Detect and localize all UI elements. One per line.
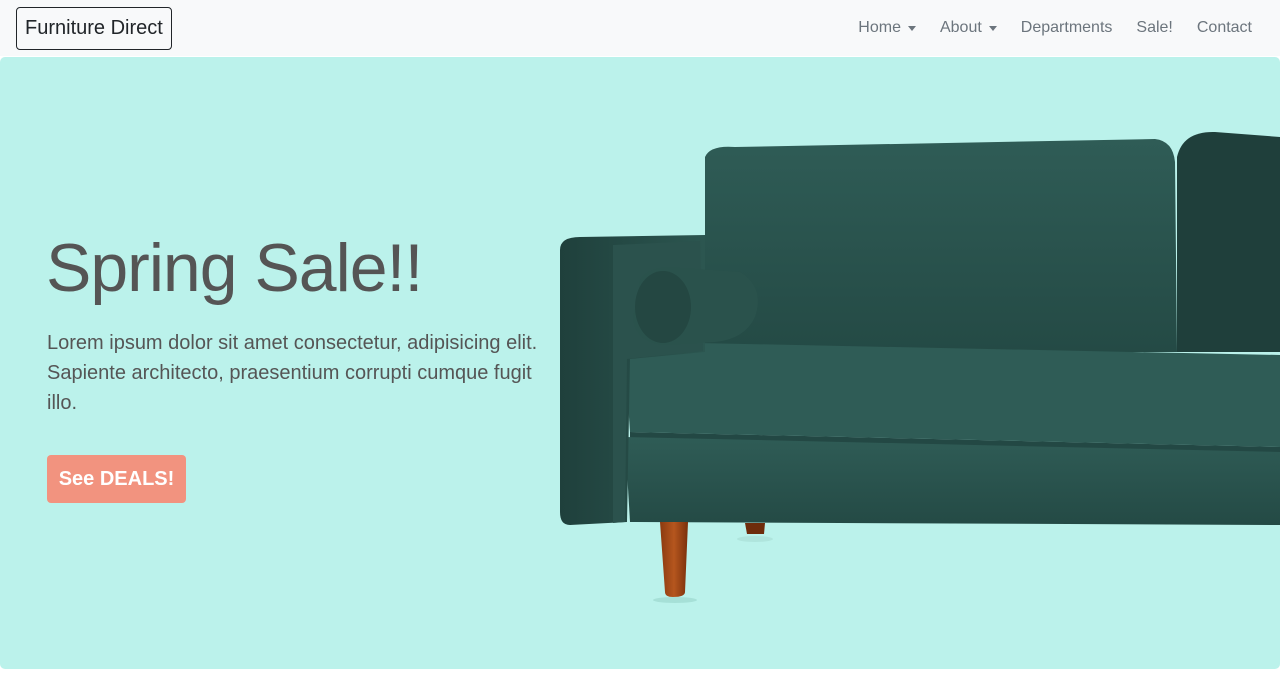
nav-item-about[interactable]: About [928, 19, 1009, 37]
nav-menu: Home About Departments Sale! Contact [846, 0, 1264, 56]
chevron-down-icon [907, 26, 916, 31]
nav-item-label: Departments [1020, 19, 1113, 36]
nav-item-contact[interactable]: Contact [1185, 19, 1264, 37]
chevron-down-icon [988, 26, 997, 31]
nav-item-home[interactable]: Home [846, 19, 928, 37]
hero-banner: Spring Sale!! Lorem ipsum dolor sit amet… [0, 57, 1280, 669]
nav-item-label: Home [858, 19, 901, 36]
nav-item-label: Sale! [1136, 19, 1173, 36]
nav-item-departments[interactable]: Departments [1009, 19, 1125, 37]
nav-item-label: About [939, 19, 982, 36]
see-deals-button[interactable]: See DEALS! [47, 455, 186, 503]
nav-item-sale[interactable]: Sale! [1124, 19, 1184, 37]
hero-title: Spring Sale!! [46, 230, 423, 306]
sofa-image [560, 131, 1280, 603]
brand-logo[interactable]: Furniture Direct [16, 7, 172, 50]
nav-item-label: Contact [1196, 19, 1252, 36]
hero-description: Lorem ipsum dolor sit amet consectetur, … [47, 332, 538, 414]
navbar: Furniture Direct Home About Departments … [0, 0, 1280, 56]
